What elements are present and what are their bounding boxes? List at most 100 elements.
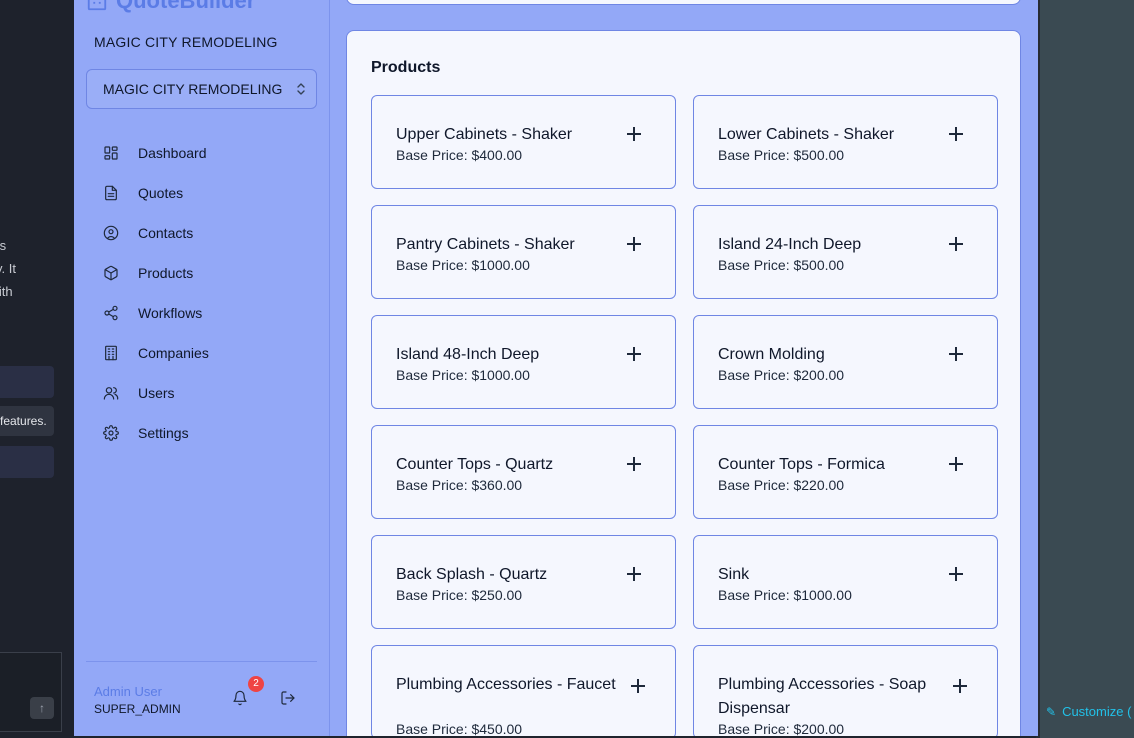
- plus-icon[interactable]: [627, 127, 641, 141]
- background-app-right: [1040, 0, 1134, 738]
- sidebar-item-label: Products: [138, 265, 194, 281]
- product-name: Back Splash - Quartz: [396, 566, 548, 583]
- product-card[interactable]: Crown Molding Base Price: $200.00: [693, 315, 998, 409]
- document-icon: [102, 184, 120, 202]
- plus-icon[interactable]: [949, 457, 963, 471]
- plus-icon[interactable]: [949, 127, 963, 141]
- sidebar-item-quotes[interactable]: Quotes: [94, 173, 314, 213]
- users-icon: [102, 384, 120, 402]
- customize-link[interactable]: ✎ Customize (: [1046, 700, 1131, 724]
- product-name: Crown Molding: [718, 346, 825, 363]
- product-price: Base Price: $1000.00: [396, 257, 530, 273]
- plus-icon[interactable]: [949, 567, 963, 581]
- product-card[interactable]: Island 48-Inch Deep Base Price: $1000.00: [371, 315, 676, 409]
- company-select[interactable]: MAGIC CITY REMODELING: [86, 69, 317, 109]
- product-card[interactable]: Plumbing Accessories - Faucet Base Price…: [371, 645, 676, 736]
- background-text-line: iew its: [0, 238, 7, 253]
- sidebar-item-label: Dashboard: [138, 145, 207, 161]
- product-price: Base Price: $200.00: [718, 721, 845, 736]
- product-price: Base Price: $360.00: [396, 477, 523, 493]
- sidebar-item-settings[interactable]: Settings: [94, 413, 314, 453]
- product-card[interactable]: Pantry Cabinets - Shaker Base Price: $10…: [371, 205, 676, 299]
- logo-text: QuoteBuilder: [116, 0, 256, 13]
- chevron-up-down-icon: [297, 83, 305, 95]
- product-name: Counter Tops - Formica: [718, 456, 885, 473]
- sidebar-item-label: Settings: [138, 425, 189, 441]
- background-badge: features.: [0, 406, 54, 436]
- gear-icon: [102, 424, 120, 442]
- user-name: Admin User: [94, 684, 162, 699]
- package-icon: [102, 264, 120, 282]
- product-name: Pantry Cabinets - Shaker: [396, 236, 575, 253]
- sidebar-footer: Admin User SUPER_ADMIN 2: [86, 661, 317, 736]
- app-logo[interactable]: QuoteBuilder: [86, 0, 255, 14]
- product-card[interactable]: Counter Tops - Formica Base Price: $220.…: [693, 425, 998, 519]
- product-card[interactable]: Lower Cabinets - Shaker Base Price: $500…: [693, 95, 998, 189]
- background-text: iew its tically. It ws with: [0, 234, 74, 303]
- product-card[interactable]: Island 24-Inch Deep Base Price: $500.00: [693, 205, 998, 299]
- sidebar-item-workflows[interactable]: Workflows: [94, 293, 314, 333]
- product-card[interactable]: Sink Base Price: $1000.00: [693, 535, 998, 629]
- sidebar-item-dashboard[interactable]: Dashboard: [94, 133, 314, 173]
- sidebar-item-users[interactable]: Users: [94, 373, 314, 413]
- plus-icon[interactable]: [949, 237, 963, 251]
- plus-icon[interactable]: [627, 457, 641, 471]
- company-name: MAGIC CITY REMODELING: [94, 34, 278, 50]
- product-name: Island 48-Inch Deep: [396, 346, 540, 363]
- sidebar-item-label: Quotes: [138, 185, 184, 201]
- notification-count-badge: 2: [248, 676, 264, 692]
- background-app-left: iew its tically. It ws with features. ↑: [0, 0, 74, 738]
- product-card[interactable]: Back Splash - Quartz Base Price: $250.00: [371, 535, 676, 629]
- sidebar-nav: Dashboard Quotes Contacts Products Workf…: [94, 133, 314, 453]
- plus-icon[interactable]: [949, 347, 963, 361]
- share-icon: [102, 304, 120, 322]
- product-price: Base Price: $500.00: [718, 257, 845, 273]
- customize-label: Customize (: [1062, 704, 1132, 719]
- background-text-line: tically. It: [0, 261, 16, 276]
- product-price: Base Price: $1000.00: [718, 587, 852, 603]
- product-price: Base Price: $200.00: [718, 367, 845, 383]
- sidebar-item-companies[interactable]: Companies: [94, 333, 314, 373]
- product-card[interactable]: Plumbing Accessories - Soap Dispensar Ba…: [693, 645, 998, 736]
- product-name: Sink: [718, 566, 750, 583]
- pencil-icon: ✎: [1046, 705, 1057, 719]
- app-window: QuoteBuilder MAGIC CITY REMODELING MAGIC…: [74, 0, 1038, 736]
- product-name: Lower Cabinets - Shaker: [718, 126, 895, 143]
- top-card: [346, 0, 1021, 5]
- sidebar-item-label: Contacts: [138, 225, 194, 241]
- product-card[interactable]: Counter Tops - Quartz Base Price: $360.0…: [371, 425, 676, 519]
- product-name: Plumbing Accessories - Faucet: [396, 676, 616, 693]
- plus-icon[interactable]: [627, 347, 641, 361]
- main-content: Products Upper Cabinets - Shaker Base Pr…: [330, 0, 1038, 736]
- product-price: Base Price: $400.00: [396, 147, 523, 163]
- user-role: SUPER_ADMIN: [94, 702, 181, 716]
- product-price: Base Price: $450.00: [396, 721, 523, 736]
- sidebar-item-products[interactable]: Products: [94, 253, 314, 293]
- logout-button[interactable]: [280, 690, 298, 708]
- product-name: Island 24-Inch Deep: [718, 236, 862, 253]
- product-name: Plumbing Accessories - Soap Dispensar: [718, 676, 927, 717]
- sidebar-item-label: Users: [138, 385, 175, 401]
- dashboard-icon: [102, 144, 120, 162]
- background-text-line: ws with: [0, 284, 13, 299]
- plus-icon[interactable]: [627, 567, 641, 581]
- logout-icon: [281, 691, 295, 705]
- plus-icon[interactable]: [631, 679, 645, 693]
- sidebar-item-label: Workflows: [138, 305, 203, 321]
- background-bar: [0, 446, 54, 478]
- product-name: Counter Tops - Quartz: [396, 456, 554, 473]
- plus-icon[interactable]: [953, 679, 967, 693]
- notifications-button[interactable]: [232, 690, 250, 708]
- sidebar-item-label: Companies: [138, 345, 209, 361]
- plus-icon[interactable]: [627, 237, 641, 251]
- background-bar: [0, 366, 54, 398]
- sidebar-item-contacts[interactable]: Contacts: [94, 213, 314, 253]
- product-price: Base Price: $1000.00: [396, 367, 530, 383]
- products-title: Products: [371, 59, 441, 76]
- building-logo-icon: [87, 0, 107, 11]
- product-name: Upper Cabinets - Shaker: [396, 126, 573, 143]
- product-card[interactable]: Upper Cabinets - Shaker Base Price: $400…: [371, 95, 676, 189]
- products-grid: Upper Cabinets - Shaker Base Price: $400…: [371, 95, 998, 736]
- sidebar: QuoteBuilder MAGIC CITY REMODELING MAGIC…: [74, 0, 330, 736]
- arrow-up-icon[interactable]: ↑: [30, 697, 54, 719]
